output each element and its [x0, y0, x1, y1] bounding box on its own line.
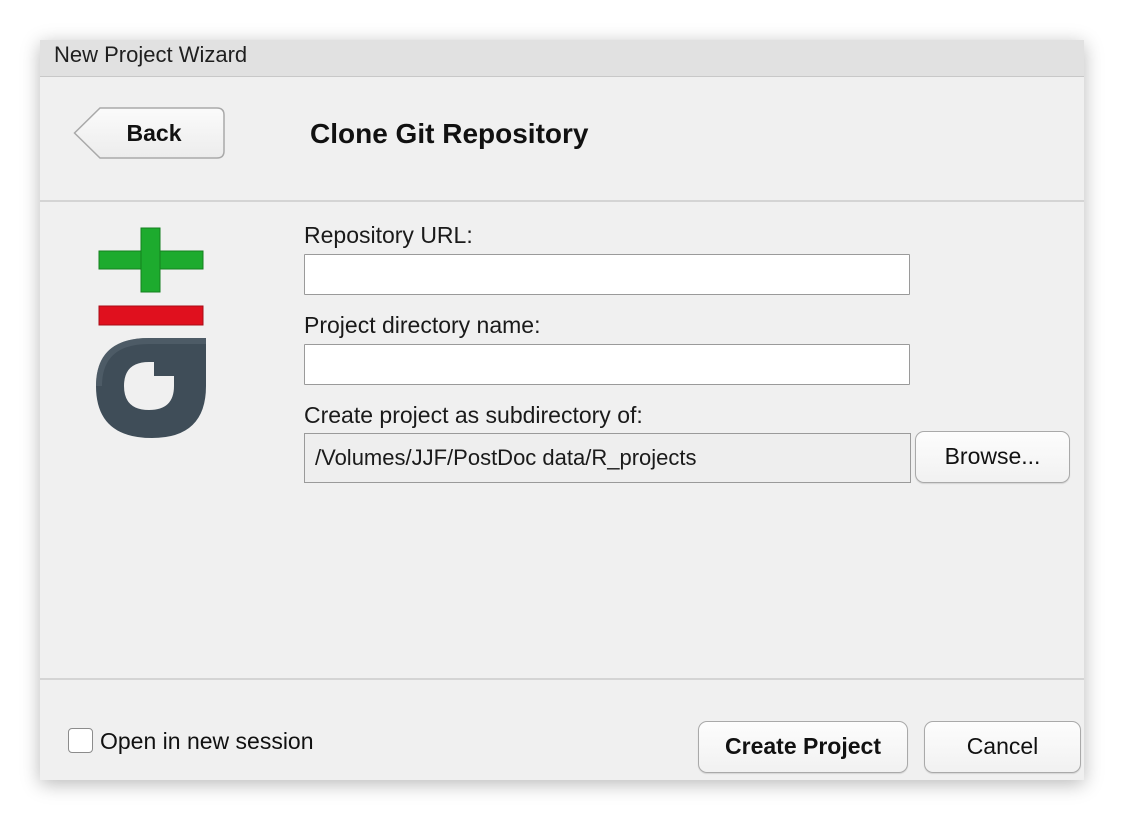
browse-button[interactable]: Browse...	[915, 431, 1070, 483]
repository-url-input[interactable]	[304, 254, 910, 295]
page-title: Clone Git Repository	[310, 118, 589, 149]
repository-url-label: Repository URL:	[304, 222, 473, 248]
footer-divider	[40, 678, 1084, 680]
wizard-header: Back Clone Git Repository	[40, 77, 1084, 202]
cancel-button[interactable]: Cancel	[924, 721, 1081, 773]
subdirectory-path-field: /Volumes/JJF/PostDoc data/R_projects	[304, 433, 911, 483]
back-button-label: Back	[126, 120, 182, 146]
project-directory-name-label: Project directory name:	[304, 312, 541, 338]
window-title: New Project Wizard	[54, 42, 248, 67]
title-bar[interactable]: New Project Wizard	[40, 40, 1084, 77]
project-directory-name-input[interactable]	[304, 344, 910, 385]
subdirectory-label: Create project as subdirectory of:	[304, 402, 643, 428]
git-logo-icon	[94, 226, 214, 443]
new-project-dialog: New Project Wizard Back Clone Git Reposi…	[40, 40, 1084, 780]
back-button[interactable]: Back	[73, 107, 225, 159]
open-in-new-session-label[interactable]: Open in new session	[100, 727, 314, 755]
create-project-button[interactable]: Create Project	[698, 721, 908, 773]
open-in-new-session-checkbox[interactable]	[68, 728, 93, 753]
